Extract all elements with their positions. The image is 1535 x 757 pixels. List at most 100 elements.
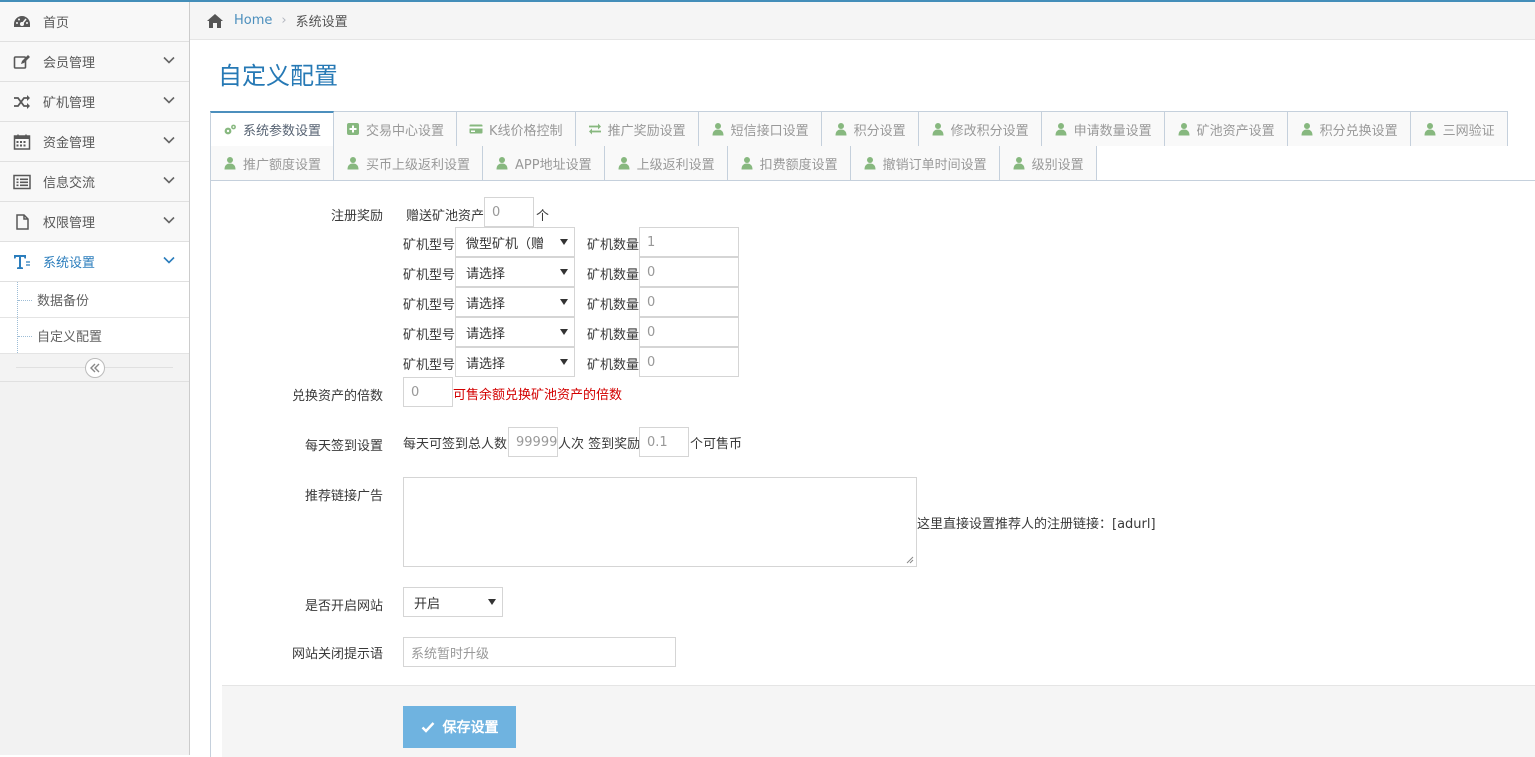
breadcrumb: Home › 系统设置 [190, 2, 1535, 40]
shuffle-icon [12, 93, 32, 111]
daily-checkin-label: 每天签到设置 [304, 439, 383, 454]
cogs-icon [223, 123, 237, 137]
sidebar-subitem-custom-config[interactable]: 自定义配置 [0, 318, 189, 354]
tab-label: 申请数量设置 [1073, 123, 1152, 139]
sidebar-item-label: 权限管理 [43, 216, 96, 231]
machine-count-input[interactable]: 0 [639, 287, 739, 317]
breadcrumb-home-link[interactable]: Home [234, 13, 272, 28]
tab-label: 级别设置 [1031, 157, 1084, 173]
tab-row1-4[interactable]: 短信接口设置 [698, 111, 822, 146]
user-icon [740, 156, 754, 170]
sidebar-item-members[interactable]: 会员管理 [0, 42, 189, 82]
tab-label: 修改积分设置 [950, 123, 1029, 139]
sidebar-item-messages[interactable]: 信息交流 [0, 162, 189, 202]
tab-row1-5[interactable]: 积分设置 [821, 111, 919, 146]
tab-label: K线价格控制 [489, 123, 563, 139]
machine-count-input[interactable]: 0 [639, 317, 739, 347]
tab-label: 扣费额度设置 [759, 157, 838, 173]
site-open-value: 开启 [414, 596, 441, 612]
machine-type-select[interactable]: 微型矿机（赠 [455, 227, 575, 257]
sidebar-item-funds[interactable]: 资金管理 [0, 122, 189, 162]
tab-bar: 系统参数设置 交易中心设置 K线价格控制 推广奖励设置 短信接口设置 积分设置 修改积分设置… [210, 111, 1535, 181]
tab-row2-1[interactable]: 买币上级返利设置 [334, 146, 484, 181]
tab-label: 短信接口设置 [730, 123, 809, 139]
tab-label: 积分设置 [853, 123, 906, 139]
tab-row-1: 系统参数设置 交易中心设置 K线价格控制 推广奖励设置 短信接口设置 积分设置 修改积分设置… [210, 111, 1535, 146]
tab-row1-7[interactable]: 申请数量设置 [1041, 111, 1165, 146]
dropdown-arrow-icon [560, 329, 568, 335]
tab-row2-4[interactable]: 扣费额度设置 [727, 146, 851, 181]
tab-row1-2[interactable]: K线价格控制 [457, 111, 576, 146]
text-icon [12, 253, 32, 271]
referral-ad-hint: 这里直接设置推荐人的注册链接：[adurl] [917, 517, 1156, 532]
daily-checkin-total-input[interactable]: 99999 [508, 427, 558, 457]
machine-count-input[interactable]: 1 [639, 227, 739, 257]
daily-checkin-reward-input[interactable]: 0.1 [639, 427, 689, 457]
sidebar-item-label: 矿机管理 [43, 96, 96, 111]
edit-icon [12, 53, 32, 71]
site-open-select[interactable]: 开启 [403, 587, 503, 617]
tab-row2-2[interactable]: APP地址设置 [483, 146, 605, 181]
tab-row-2: 推广额度设置 买币上级返利设置 APP地址设置 上级返利设置 扣费额度设置 撤销订单时间设… [210, 146, 1535, 181]
machine-type-select[interactable]: 请选择 [455, 287, 575, 317]
machine-type-select[interactable]: 请选择 [455, 317, 575, 347]
user-icon [931, 122, 945, 136]
chevron-down-icon [163, 256, 175, 264]
dropdown-arrow-icon [560, 239, 568, 245]
exchange-multiple-input[interactable]: 0 [403, 377, 453, 407]
tab-row2-6[interactable]: 级别设置 [999, 146, 1097, 181]
machine-type-value: 请选择 [466, 296, 506, 312]
gift-suffix-text: 个 [536, 209, 550, 224]
tab-row2-3[interactable]: 上级返利设置 [604, 146, 728, 181]
user-icon [617, 156, 631, 170]
machine-type-label: 矿机型号 [403, 238, 456, 253]
sidebar-item-permissions[interactable]: 权限管理 [0, 202, 189, 242]
daily-checkin-prefix: 每天可签到总人数 [403, 437, 508, 452]
machine-count-input[interactable]: 0 [639, 257, 739, 287]
tab-row1-3[interactable]: 推广奖励设置 [575, 111, 699, 146]
referral-ad-textarea[interactable] [403, 477, 917, 567]
sidebar-item-label: 会员管理 [43, 56, 96, 71]
sidebar-subitem-data-backup[interactable]: 数据备份 [0, 282, 189, 318]
machine-type-label: 矿机型号 [403, 328, 456, 343]
tab-row1-8[interactable]: 矿池资产设置 [1164, 111, 1288, 146]
gift-assets-input[interactable]: 0 [484, 197, 534, 227]
tab-row1-10[interactable]: 三网验证 [1410, 111, 1508, 146]
tab-row1-6[interactable]: 修改积分设置 [918, 111, 1042, 146]
referral-ad-label: 推荐链接广告 [304, 489, 383, 504]
sidebar-item-miners[interactable]: 矿机管理 [0, 82, 189, 122]
tab-row1-1[interactable]: 交易中心设置 [334, 111, 458, 146]
user-icon [863, 156, 877, 170]
save-settings-label: 保存设置 [442, 720, 499, 736]
chevron-down-icon [163, 216, 175, 224]
machine-count-input[interactable]: 0 [639, 347, 739, 377]
machine-type-select[interactable]: 请选择 [455, 347, 575, 377]
site-close-msg-label: 网站关闭提示语 [291, 647, 383, 662]
sidebar-item-label: 系统设置 [43, 256, 96, 271]
machine-type-value: 微型矿机（赠 [466, 236, 545, 252]
tab-row2-0[interactable]: 推广额度设置 [210, 146, 335, 181]
dropdown-arrow-icon [488, 599, 496, 605]
site-close-msg-input[interactable]: 系统暂时升级 [403, 637, 676, 667]
machine-type-value: 请选择 [466, 326, 506, 342]
machine-count-label: 矿机数量 [587, 238, 640, 253]
tab-label: APP地址设置 [515, 157, 592, 173]
sidebar-item-home[interactable]: 首页 [0, 2, 189, 42]
breadcrumb-separator: › [281, 13, 287, 28]
user-icon [346, 156, 360, 170]
breadcrumb-current: 系统设置 [295, 15, 348, 30]
tab-row1-0[interactable]: 系统参数设置 [210, 111, 335, 146]
save-settings-button[interactable]: 保存设置 [403, 706, 516, 748]
sidebar-item-system-settings[interactable]: 系统设置 [0, 242, 189, 282]
user-icon [1177, 122, 1191, 136]
tab-label: 买币上级返利设置 [366, 157, 471, 173]
tab-label: 交易中心设置 [366, 123, 445, 139]
tab-label: 撤销订单时间设置 [882, 157, 987, 173]
sidebar-item-label: 信息交流 [43, 176, 96, 191]
page-title: 自定义配置 [218, 62, 338, 90]
machine-count-label: 矿机数量 [587, 358, 640, 373]
tab-row1-9[interactable]: 积分兑换设置 [1287, 111, 1411, 146]
machine-type-select[interactable]: 请选择 [455, 257, 575, 287]
sidebar-collapse-button[interactable] [85, 358, 105, 378]
tab-row2-5[interactable]: 撤销订单时间设置 [850, 146, 1000, 181]
